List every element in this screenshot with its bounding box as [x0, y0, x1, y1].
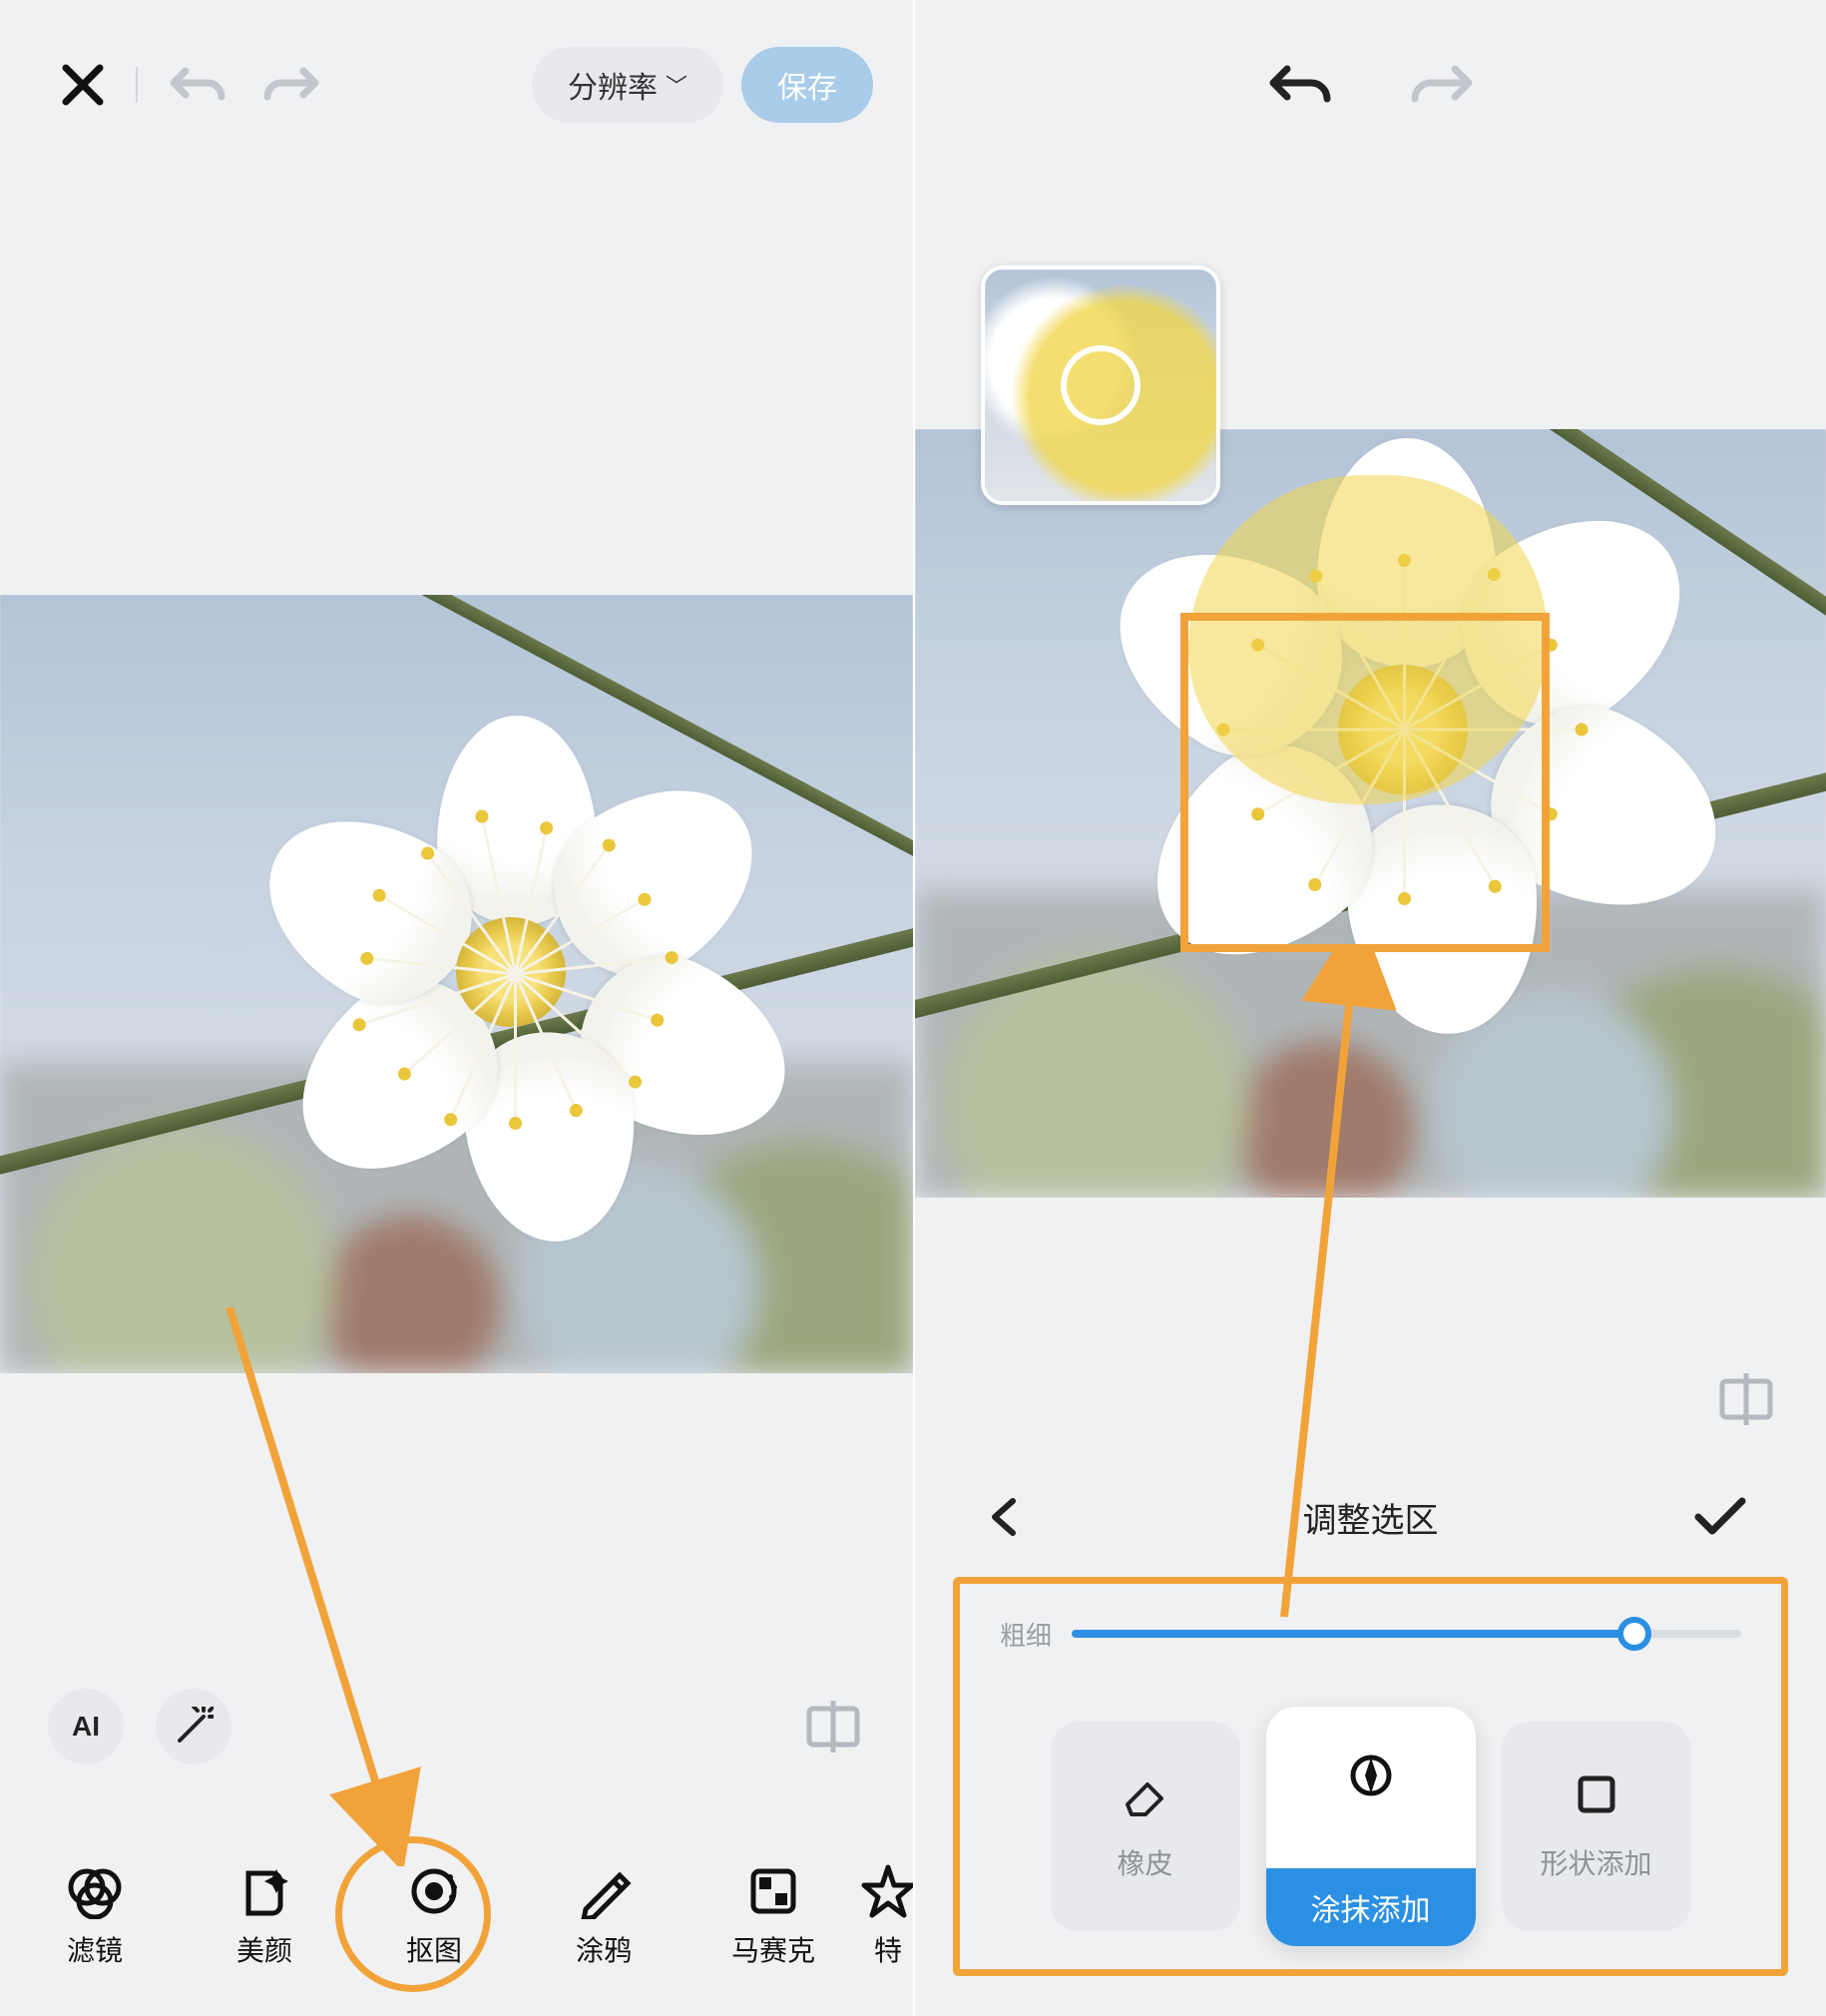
panel-confirm-button[interactable]: [1694, 1497, 1746, 1537]
card-shape-add-label: 形状添加: [1540, 1842, 1651, 1882]
card-brush-add-label: 涂抹添加: [1311, 1885, 1431, 1929]
cutout-icon: [406, 1863, 462, 1919]
mode-cards: 橡皮 涂抹添加 形状添加: [960, 1704, 1781, 1949]
left-photo[interactable]: [0, 595, 913, 1373]
compare-icon: [801, 1695, 865, 1759]
close-icon: [60, 62, 106, 108]
tool-cutout[interactable]: 抠图: [349, 1831, 519, 2001]
brush-size-slider[interactable]: [1072, 1630, 1741, 1638]
right-topbar: [915, 0, 1826, 170]
resolution-label: 分辨率: [568, 63, 658, 107]
compare-icon: [1714, 1367, 1778, 1431]
check-icon: [1694, 1497, 1746, 1537]
card-eraser[interactable]: 橡皮: [1051, 1722, 1240, 1931]
doodle-icon: [576, 1863, 632, 1919]
panel-back-button[interactable]: [985, 1497, 1025, 1537]
beauty-icon: [236, 1863, 292, 1919]
tool-filter[interactable]: 滤镜: [10, 1831, 180, 2001]
compare-button-r[interactable]: [1714, 1367, 1778, 1431]
redo-button[interactable]: [261, 61, 321, 109]
filter-icon: [67, 1863, 123, 1919]
redo-button-r[interactable]: [1411, 59, 1475, 111]
ai-chip[interactable]: AI: [48, 1689, 124, 1764]
tool-beauty-label: 美颜: [236, 1929, 292, 1969]
chip-row: AI: [0, 1677, 913, 1776]
tool-filter-label: 滤镜: [67, 1929, 123, 1969]
card-brush-add[interactable]: 涂抹添加: [1266, 1707, 1476, 1946]
star-icon: [860, 1863, 913, 1919]
divider: [136, 67, 138, 103]
tool-doodle-label: 涂鸦: [576, 1929, 632, 1969]
ai-label: AI: [72, 1711, 100, 1743]
undo-button-r[interactable]: [1267, 59, 1331, 111]
undo-button[interactable]: [168, 61, 228, 109]
eraser-icon: [1122, 1770, 1169, 1818]
tool-cutout-label: 抠图: [406, 1929, 462, 1969]
tool-effects[interactable]: 特: [858, 1831, 913, 2001]
panel-title: 调整选区: [1303, 1493, 1439, 1542]
magic-wand-icon: [174, 1707, 214, 1747]
tool-effects-label: 特: [874, 1929, 902, 1969]
card-shape-add[interactable]: 形状添加: [1502, 1722, 1691, 1931]
left-screen: 分辨率 ﹀ 保存: [0, 0, 913, 2016]
brush-add-icon: [1347, 1752, 1395, 1799]
magic-chip[interactable]: [156, 1689, 231, 1764]
zoom-preview: [981, 265, 1220, 505]
slider-label: 粗细: [1000, 1616, 1052, 1653]
tool-mosaic[interactable]: 马赛克: [688, 1831, 858, 2001]
caret-down-icon: ﹀: [666, 69, 687, 101]
brush-cursor-icon: [1061, 345, 1141, 425]
redo-icon: [261, 61, 321, 109]
save-button[interactable]: 保存: [741, 47, 873, 123]
tool-beauty[interactable]: 美颜: [180, 1831, 349, 2001]
left-topbar: 分辨率 ﹀ 保存: [0, 0, 913, 170]
save-label: 保存: [777, 63, 837, 107]
undo-icon: [1267, 59, 1331, 111]
chevron-left-icon: [985, 1497, 1025, 1537]
slider-thumb[interactable]: [1617, 1617, 1651, 1651]
tool-mosaic-label: 马赛克: [731, 1929, 815, 1969]
close-button[interactable]: [60, 62, 106, 108]
undo-icon: [168, 61, 228, 109]
resolution-button[interactable]: 分辨率 ﹀: [532, 47, 723, 123]
mosaic-icon: [745, 1863, 801, 1919]
compare-button[interactable]: [801, 1695, 865, 1759]
right-screen: 调整选区 粗细 橡皮 涂抹添加 形状添加: [913, 0, 1826, 2016]
annotation-arrow-left: [210, 1307, 429, 1866]
shape-add-icon: [1573, 1770, 1620, 1818]
brush-size-slider-row: 粗细: [1000, 1614, 1741, 1654]
selection-panel: 粗细 橡皮 涂抹添加 形状添加: [953, 1577, 1788, 1976]
tool-doodle[interactable]: 涂鸦: [519, 1831, 688, 2001]
right-photo[interactable]: [915, 429, 1826, 1198]
bottom-toolbar: 滤镜 美颜 抠图 涂鸦 马赛克 特: [0, 1816, 913, 2016]
panel-header: 调整选区: [915, 1477, 1826, 1557]
redo-icon: [1411, 59, 1475, 111]
card-eraser-label: 橡皮: [1117, 1842, 1172, 1882]
